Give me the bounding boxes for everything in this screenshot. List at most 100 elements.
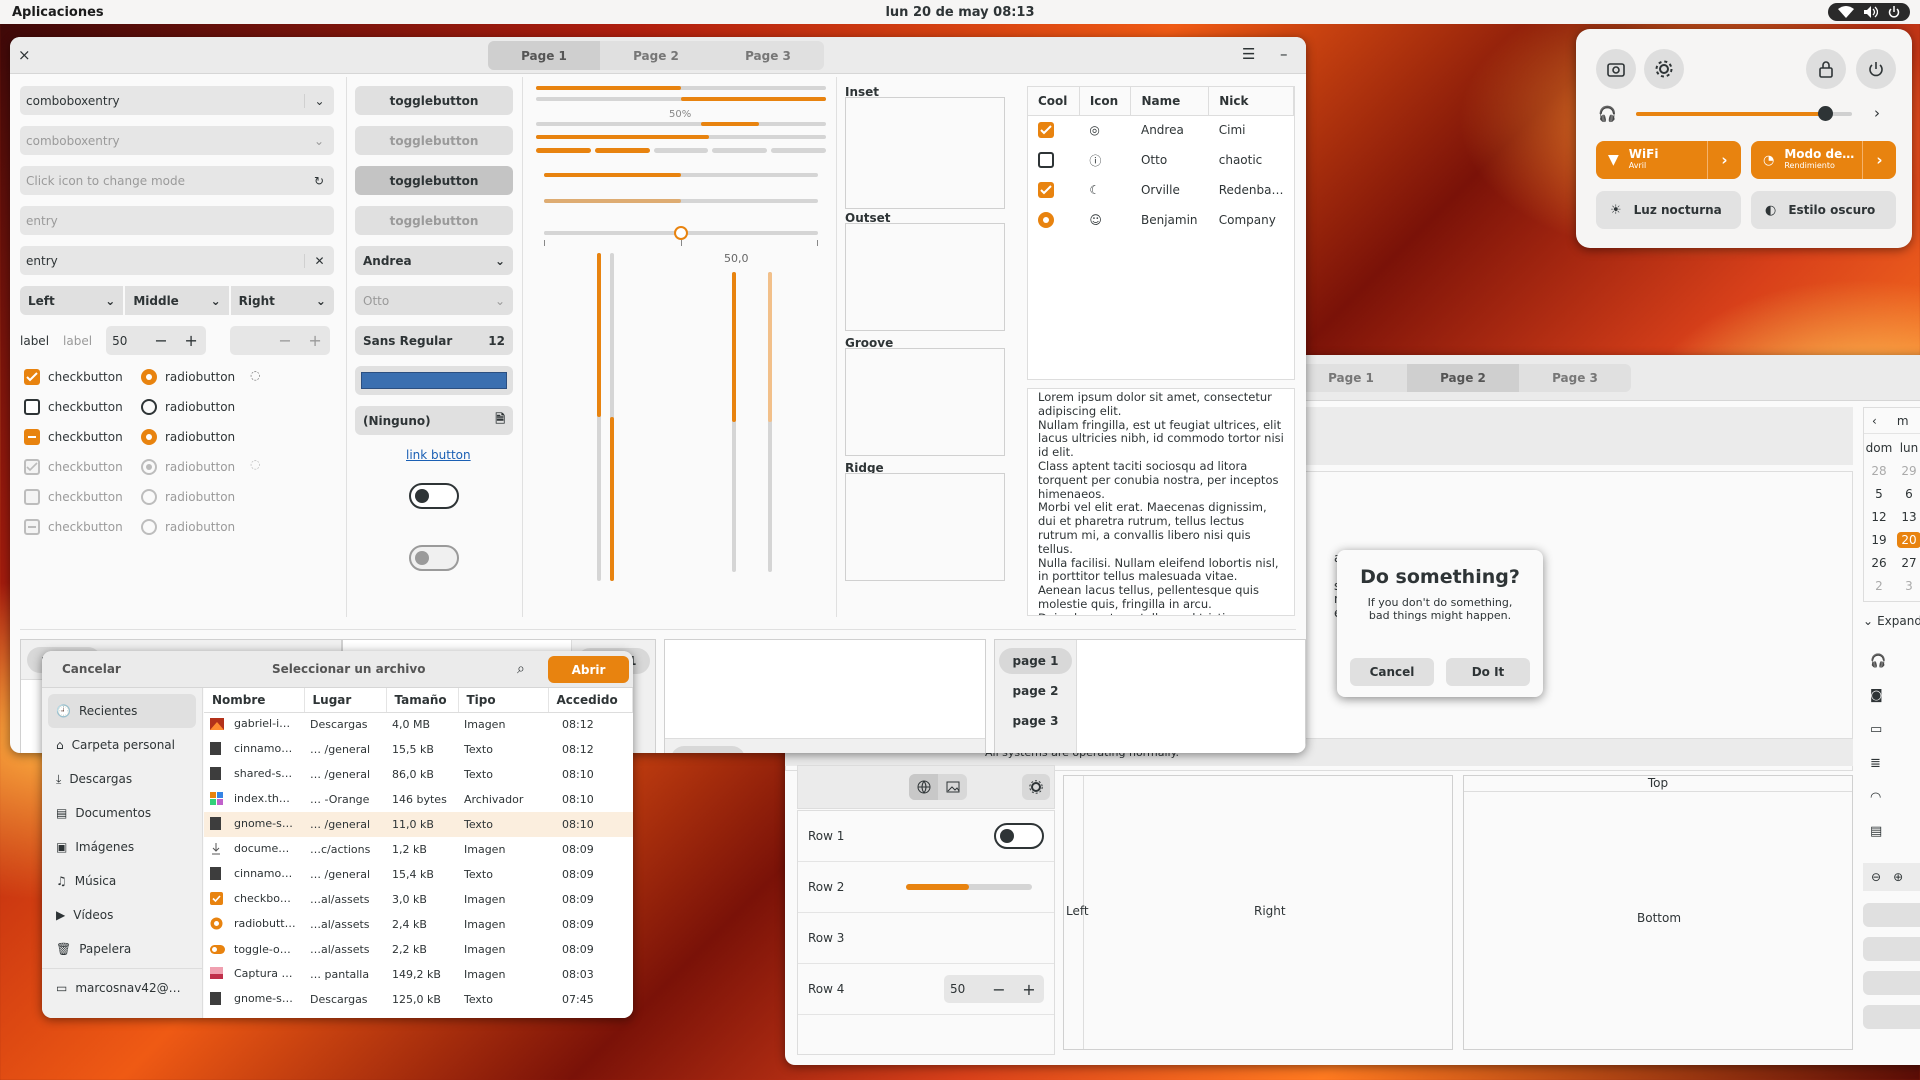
link-button[interactable]: link button	[406, 448, 471, 462]
tab-page-2[interactable]: Page 2	[600, 41, 712, 70]
column-name[interactable]: Name	[1130, 87, 1210, 116]
combobox-entry[interactable]: comboboxentry ⌄	[20, 86, 334, 115]
calendar-day[interactable]: 12	[1864, 505, 1894, 528]
calendar-day[interactable]: 26	[1864, 551, 1894, 574]
calendar-day[interactable]: 28	[1864, 459, 1894, 482]
entry-with-clear[interactable]: entry ✕	[20, 246, 334, 275]
calendar-day[interactable]: 27	[1894, 551, 1920, 574]
mode-entry[interactable]: Click icon to change mode ↻	[20, 166, 334, 195]
system-tray[interactable]	[1828, 3, 1910, 21]
chevron-right-icon[interactable]: ›	[1707, 141, 1741, 179]
lock-icon[interactable]	[1806, 49, 1846, 89]
power-icon[interactable]	[1856, 49, 1896, 89]
wifi-toggle[interactable]: ▼ WiFi Avril ›	[1596, 141, 1741, 179]
side-button-4[interactable]	[1863, 1005, 1920, 1029]
expander[interactable]: ⌄ Expand	[1863, 612, 1920, 630]
tab-page-3[interactable]: Page 3	[1519, 364, 1631, 392]
file-chooser-button[interactable]: (Ninguno) 🗎	[355, 406, 513, 435]
side-button-1[interactable]	[1863, 903, 1920, 927]
wireless-icon[interactable]: ◠	[1870, 781, 1920, 815]
menu-icon[interactable]: ☰	[1242, 45, 1255, 63]
mode-entry-text[interactable]: Click icon to change mode	[26, 174, 304, 188]
cool-checkbox[interactable]	[1038, 122, 1054, 139]
column-accessed[interactable]: Accedido	[548, 688, 633, 713]
file-row[interactable]: cinnamo… … /general 15,5 kB Texto 08:12	[204, 737, 633, 762]
sidebar-item-home[interactable]: ⌂ Carpeta personal	[42, 728, 202, 762]
sidebar-item-downloads[interactable]: ⤓ Descargas	[42, 762, 202, 796]
calendar-day[interactable]: 6	[1894, 482, 1920, 505]
combo-andrea[interactable]: Andrea ⌄	[355, 246, 513, 275]
clock[interactable]: lun 20 de may 08:13	[0, 5, 1920, 20]
sidebar-item-account[interactable]: ▭ marcosnav42@…	[42, 971, 202, 1005]
plus-icon[interactable]: +	[176, 331, 206, 350]
search-icon[interactable]: ⌕	[517, 661, 525, 677]
justify-icon[interactable]: ≣	[1870, 747, 1920, 781]
list-row-3[interactable]: Row 3	[798, 913, 1054, 964]
file-row[interactable]: radiobutt… …al/assets 2,4 kB Imagen 08:09	[204, 912, 633, 937]
file-row[interactable]: shared-s… … /general 86,0 kB Texto 08:10	[204, 762, 633, 787]
list-row-2[interactable]: Row 2	[798, 862, 1054, 913]
dark-style-toggle[interactable]: ◐ Estilo oscuro	[1751, 191, 1896, 229]
sidebar-item-pictures[interactable]: ▣ Imágenes	[42, 830, 202, 864]
zoom-in-icon[interactable]: ⊕	[1893, 870, 1903, 884]
vscale-2[interactable]	[610, 253, 614, 581]
file-row[interactable]: toggle-o… …al/assets 2,2 kB Imagen 08:09	[204, 937, 633, 962]
left-dropdown[interactable]: Left ⌄	[20, 286, 124, 315]
sidebar-item-recent[interactable]: 🕘 Recientes	[48, 694, 196, 728]
calendar-day[interactable]: 19	[1864, 528, 1894, 551]
list-row-4[interactable]: Row 4 50− +	[798, 964, 1054, 1015]
file-row[interactable]: gnome-s… Descargas 125,0 kB Texto 07:45	[204, 987, 633, 1012]
cool-radio[interactable]	[1038, 212, 1054, 228]
checkbutton-1[interactable]: checkbutton	[24, 362, 154, 392]
side-button-2[interactable]	[1863, 937, 1920, 961]
camera-icon[interactable]: ◙	[1870, 679, 1920, 713]
switch-1[interactable]	[409, 483, 459, 509]
font-button[interactable]: Sans Regular 12	[355, 326, 513, 355]
sidebar-item-music[interactable]: ♫ Música	[42, 864, 202, 898]
sidebar-item-documents[interactable]: ▤ Documentos	[42, 796, 202, 830]
file-row[interactable]: gnome-s…… /general 11,0 kB Texto 08:10	[204, 812, 633, 837]
plus-icon[interactable]: +	[1014, 980, 1044, 999]
calendar-day[interactable]: 29	[1894, 459, 1920, 482]
cancel-button[interactable]: Cancelar	[62, 662, 121, 676]
sidebar-item-trash[interactable]: 🗑 Papelera	[42, 932, 202, 966]
checkbutton-2[interactable]: checkbutton	[24, 392, 154, 422]
minus-icon[interactable]: −	[984, 980, 1014, 999]
file-row[interactable]: docume… …c/actions 1,2 kB Imagen 08:09	[204, 837, 633, 862]
notebook-tab-page-3[interactable]: page 3	[999, 708, 1073, 734]
column-cool[interactable]: Cool	[1028, 87, 1080, 116]
entry-text[interactable]: entry	[26, 254, 304, 268]
volume-slider-knob[interactable]	[1818, 106, 1833, 121]
column-size[interactable]: Tamaño	[386, 688, 459, 713]
file-row[interactable]: checkbo… …al/assets 3,0 kB Imagen 08:09	[204, 887, 633, 912]
globe-icon[interactable]	[909, 774, 938, 800]
tree-row[interactable]: ☺ Benjamin Company	[1028, 205, 1294, 235]
vscale-3[interactable]	[732, 272, 736, 572]
close-icon[interactable]: ×	[18, 46, 31, 64]
file-row[interactable]: gabriel-i… Descargas 4,0 MB Imagen 08:12	[204, 712, 633, 737]
tab-page-1[interactable]: Page 1	[1295, 364, 1407, 392]
column-place[interactable]: Lugar	[304, 688, 387, 713]
list-row-1[interactable]: Row 1	[798, 811, 1054, 862]
book-icon[interactable]: ▤	[1870, 815, 1920, 849]
chevron-right-icon[interactable]: ›	[1862, 141, 1896, 179]
sidebar-item-videos[interactable]: ▶ Vídeos	[42, 898, 202, 932]
calendar-day-selected[interactable]: 20	[1894, 528, 1920, 551]
tab-page-2[interactable]: Page 2	[1407, 364, 1519, 392]
gear-icon[interactable]	[1022, 774, 1050, 800]
radiobutton-3[interactable]: radiobutton	[141, 422, 271, 452]
cool-checkbox[interactable]	[1038, 182, 1054, 198]
calendar-day[interactable]: 2	[1864, 574, 1894, 597]
activities-button[interactable]: Aplicaciones	[0, 5, 104, 20]
tree-row[interactable]: ☾ Orville Redenba…	[1028, 175, 1294, 205]
color-button[interactable]	[355, 366, 513, 395]
column-type[interactable]: Tipo	[458, 688, 549, 713]
dialog-do-it-button[interactable]: Do It	[1446, 658, 1530, 686]
tab-page-1[interactable]: Page 1	[488, 41, 600, 70]
scale-1[interactable]	[544, 173, 818, 177]
chevron-down-icon[interactable]: ⌄	[304, 93, 334, 108]
refresh-icon[interactable]: ↻	[304, 174, 334, 188]
tree-row[interactable]: ◎ Andrea Cimi	[1028, 115, 1294, 145]
notebook-tab-page-1[interactable]: page 1	[671, 745, 745, 753]
file-row[interactable]: index.th… … -Orange 146 bytes Archivador 08:…	[204, 787, 633, 812]
